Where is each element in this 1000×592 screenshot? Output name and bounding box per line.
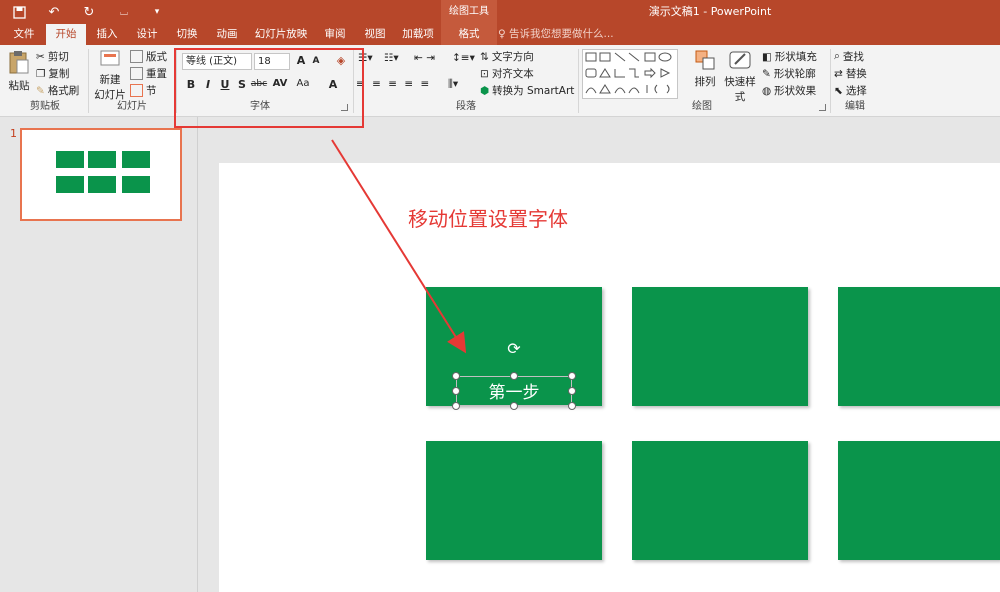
annotation-arrow-icon <box>331 139 467 354</box>
annotation-text: 移动位置设置字体 <box>408 207 568 231</box>
